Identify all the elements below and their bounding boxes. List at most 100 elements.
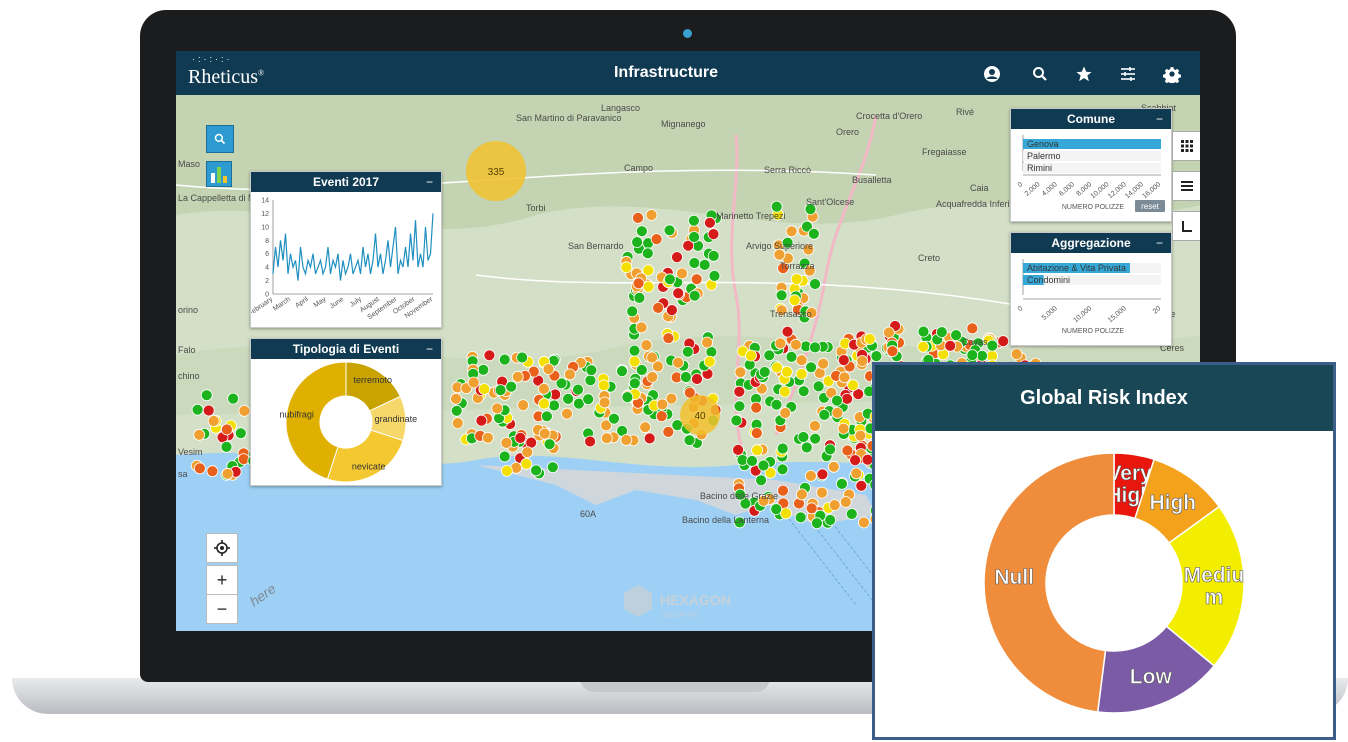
risk-point[interactable]	[746, 455, 758, 467]
risk-point[interactable]	[639, 421, 652, 434]
risk-point[interactable]	[628, 344, 641, 357]
risk-point[interactable]	[781, 365, 793, 378]
risk-point[interactable]	[628, 377, 641, 390]
risk-point[interactable]	[824, 443, 836, 456]
charts-button[interactable]	[206, 161, 232, 187]
risk-point[interactable]	[750, 427, 763, 440]
axis-icon[interactable]	[1172, 211, 1200, 241]
risk-point[interactable]	[751, 444, 763, 457]
risk-point[interactable]	[237, 453, 250, 466]
risk-point[interactable]	[750, 401, 763, 414]
risk-point[interactable]	[546, 461, 559, 474]
risk-point[interactable]	[688, 214, 700, 227]
gear-icon[interactable]	[1160, 62, 1184, 86]
risk-point[interactable]	[855, 479, 868, 492]
risk-point[interactable]	[645, 209, 658, 221]
risk-point[interactable]	[683, 434, 696, 447]
risk-point[interactable]	[986, 339, 999, 352]
risk-point[interactable]	[816, 468, 829, 481]
risk-point[interactable]	[850, 467, 863, 480]
zoom-out-button[interactable]: −	[206, 594, 238, 624]
risk-point[interactable]	[616, 365, 628, 378]
risk-point[interactable]	[663, 224, 676, 237]
risk-point[interactable]	[839, 496, 852, 508]
risk-point[interactable]	[538, 427, 551, 440]
risk-point[interactable]	[863, 333, 876, 345]
risk-point[interactable]	[730, 414, 743, 427]
aggregazione-bar-chart[interactable]: Abitazione & Vita Privata Condomini 0 5,000…	[1011, 253, 1171, 345]
risk-point[interactable]	[856, 355, 869, 367]
risk-point[interactable]	[780, 507, 792, 520]
risk-point[interactable]	[562, 392, 575, 405]
risk-point[interactable]	[831, 406, 844, 419]
risk-point[interactable]	[708, 269, 721, 282]
risk-point[interactable]	[776, 442, 789, 455]
risk-point[interactable]	[935, 326, 948, 339]
slice-nevicate[interactable]	[326, 429, 404, 483]
risk-point[interactable]	[950, 329, 962, 342]
risk-point[interactable]	[561, 407, 573, 420]
risk-point[interactable]	[494, 384, 507, 397]
risk-point[interactable]	[481, 431, 494, 444]
risk-point[interactable]	[655, 410, 668, 423]
risk-point[interactable]	[641, 247, 654, 260]
risk-point[interactable]	[841, 444, 854, 457]
locate-button[interactable]	[206, 533, 238, 563]
risk-point[interactable]	[831, 394, 843, 407]
risk-point[interactable]	[775, 289, 788, 302]
risk-point[interactable]	[672, 287, 685, 300]
cluster-335[interactable]: 335	[466, 141, 526, 201]
risk-point[interactable]	[886, 345, 899, 358]
star-icon[interactable]	[1072, 62, 1096, 86]
risk-point[interactable]	[620, 434, 633, 446]
risk-point[interactable]	[808, 227, 820, 240]
risk-point[interactable]	[755, 474, 767, 487]
risk-point[interactable]	[734, 366, 747, 379]
risk-point[interactable]	[841, 392, 853, 405]
cluster-40[interactable]: 40	[680, 395, 720, 435]
risk-point[interactable]	[770, 398, 783, 411]
risk-point[interactable]	[584, 374, 597, 387]
risk-point[interactable]	[671, 251, 683, 264]
risk-point[interactable]	[640, 339, 653, 352]
risk-point[interactable]	[676, 267, 688, 280]
risk-point[interactable]	[800, 441, 813, 454]
risk-point[interactable]	[774, 337, 787, 350]
risk-point[interactable]	[563, 368, 576, 381]
risk-point[interactable]	[777, 484, 789, 497]
risk-point[interactable]	[770, 503, 783, 516]
risk-point[interactable]	[597, 379, 610, 392]
grid-icon[interactable]	[1172, 131, 1200, 161]
minimize-button[interactable]: −	[426, 339, 433, 359]
risk-point[interactable]	[516, 351, 529, 364]
risk-point[interactable]	[701, 336, 713, 349]
risk-point[interactable]	[537, 382, 550, 395]
risk-point[interactable]	[646, 371, 659, 383]
risk-point[interactable]	[707, 249, 720, 262]
risk-point[interactable]	[498, 450, 511, 463]
risk-point[interactable]	[883, 326, 895, 339]
risk-point[interactable]	[858, 516, 870, 529]
risk-point[interactable]	[635, 321, 648, 334]
risk-point[interactable]	[836, 477, 848, 490]
risk-point[interactable]	[688, 289, 701, 302]
risk-point[interactable]	[870, 350, 883, 363]
risk-point[interactable]	[538, 397, 551, 410]
risk-point[interactable]	[221, 423, 233, 436]
risk-point[interactable]	[917, 340, 930, 353]
risk-point[interactable]	[809, 278, 821, 290]
minimize-button[interactable]: −	[1156, 233, 1163, 253]
risk-point[interactable]	[643, 432, 656, 445]
risk-point[interactable]	[207, 415, 220, 427]
risk-point[interactable]	[572, 383, 584, 396]
risk-point[interactable]	[582, 393, 595, 406]
risk-point[interactable]	[704, 216, 716, 229]
risk-point[interactable]	[238, 404, 251, 417]
risk-point[interactable]	[809, 419, 821, 432]
risk-point[interactable]	[662, 425, 675, 438]
list-icon[interactable]	[1172, 171, 1200, 201]
risk-point[interactable]	[797, 431, 810, 443]
risk-point[interactable]	[776, 463, 789, 476]
risk-point[interactable]	[227, 392, 239, 405]
risk-point[interactable]	[824, 514, 837, 526]
